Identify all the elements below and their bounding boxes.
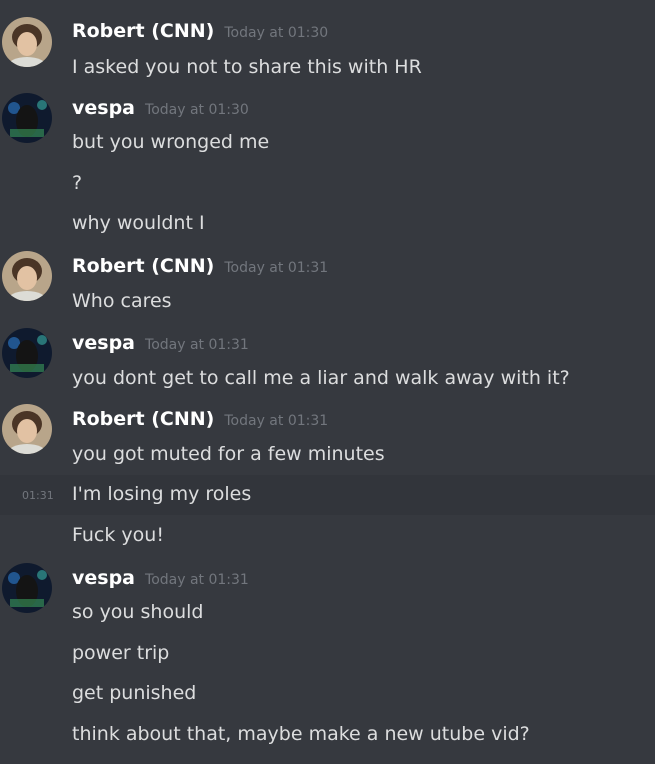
message-text: why wouldnt I <box>72 212 205 234</box>
vespa-avatar-icon <box>2 93 52 143</box>
message-timestamp: Today at 01:31 <box>224 260 329 276</box>
message-side-timestamp: 01:31 <box>22 489 54 502</box>
message-author[interactable]: Robert (CNN) <box>72 255 214 277</box>
message-text: you got muted for a few minutes <box>72 443 385 465</box>
message-timestamp: Today at 01:31 <box>145 572 249 588</box>
robert-avatar-icon <box>2 404 52 454</box>
message-text: get punished <box>72 682 197 704</box>
message-author[interactable]: Robert (CNN) <box>72 408 214 430</box>
vespa-avatar[interactable] <box>2 328 52 378</box>
message-timestamp: Today at 01:31 <box>224 413 329 429</box>
message-author[interactable]: Robert (CNN) <box>72 20 214 42</box>
chat-message-list: 01:31 Robert (CNN) Today at 01:30 I asked… <box>0 0 655 764</box>
message-text: think about that, maybe make a new utube… <box>72 723 530 745</box>
robert-avatar[interactable] <box>2 17 52 67</box>
vespa-avatar-icon <box>2 563 52 613</box>
message-author[interactable]: vespa <box>72 97 135 119</box>
message-text: Fuck you! <box>72 524 164 546</box>
robert-avatar-icon <box>2 17 52 67</box>
message-text: I'm losing my roles <box>72 483 252 505</box>
message-text: you dont get to call me a liar and walk … <box>72 367 570 389</box>
message-text: but you wronged me <box>72 131 270 153</box>
robert-avatar-icon <box>2 251 52 301</box>
message-timestamp: Today at 01:30 <box>224 25 329 41</box>
message-text: I asked you not to share this with HR <box>72 56 422 78</box>
vespa-avatar[interactable] <box>2 563 52 613</box>
message-text: ? <box>72 172 83 194</box>
message-text: power trip <box>72 642 170 664</box>
message-text: so you should <box>72 601 204 623</box>
message-text: Who cares <box>72 290 172 312</box>
message-author[interactable]: vespa <box>72 332 135 354</box>
message-timestamp: Today at 01:31 <box>145 337 249 353</box>
message-timestamp: Today at 01:30 <box>145 102 249 118</box>
vespa-avatar-icon <box>2 328 52 378</box>
robert-avatar[interactable] <box>2 404 52 454</box>
robert-avatar[interactable] <box>2 251 52 301</box>
message-author[interactable]: vespa <box>72 567 135 589</box>
vespa-avatar[interactable] <box>2 93 52 143</box>
